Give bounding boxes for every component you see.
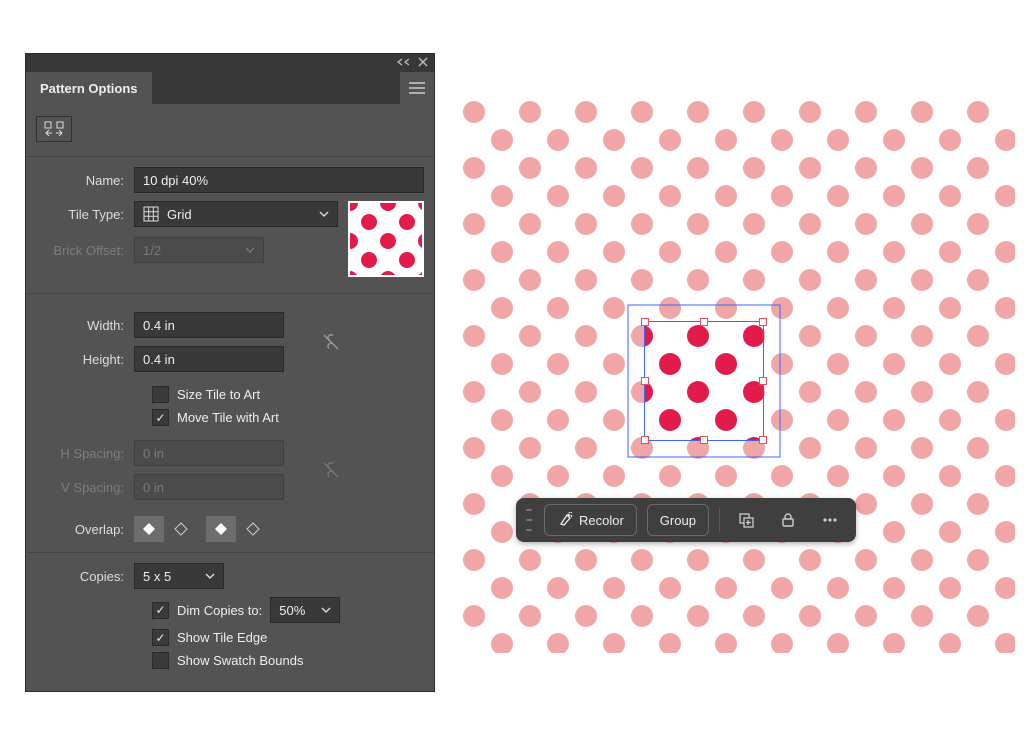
copies-label: Copies: bbox=[36, 569, 134, 584]
copies-select[interactable]: 5 x 5 bbox=[134, 563, 224, 589]
move-tile-checkbox[interactable] bbox=[152, 409, 169, 426]
recolor-icon bbox=[557, 512, 573, 528]
pattern-options-panel: Pattern Options Name: 10 dpi 40% Tile Ty… bbox=[25, 53, 435, 692]
brick-offset-label: Brick Offset: bbox=[36, 243, 134, 258]
resize-handle-l[interactable] bbox=[641, 377, 649, 385]
height-label: Height: bbox=[36, 352, 134, 367]
resize-handle-br[interactable] bbox=[759, 436, 767, 444]
close-icon[interactable] bbox=[418, 57, 428, 70]
resize-handle-t[interactable] bbox=[700, 318, 708, 326]
panel-tabs: Pattern Options bbox=[26, 72, 434, 104]
overlap-left-button[interactable] bbox=[134, 516, 164, 542]
collapse-icon[interactable] bbox=[396, 57, 410, 70]
overlap-group-h bbox=[134, 516, 196, 542]
show-swatch-bounds-checkbox[interactable] bbox=[152, 652, 169, 669]
context-toolbar[interactable]: Recolor Group bbox=[516, 498, 856, 542]
pattern-swatch-preview bbox=[348, 201, 424, 277]
tile-fit-icon bbox=[43, 121, 65, 137]
duplicate-button[interactable] bbox=[730, 504, 762, 536]
chevron-down-icon bbox=[245, 247, 255, 253]
duplicate-icon bbox=[737, 511, 755, 529]
dim-copies-checkbox[interactable] bbox=[152, 602, 169, 619]
h-spacing-label: H Spacing: bbox=[36, 446, 134, 461]
resize-handle-r[interactable] bbox=[759, 377, 767, 385]
dim-copies-select[interactable]: 50% bbox=[270, 597, 340, 623]
group-label: Group bbox=[660, 513, 696, 528]
recolor-label: Recolor bbox=[579, 513, 624, 528]
size-tile-checkbox[interactable] bbox=[152, 386, 169, 403]
tile-selection-box[interactable] bbox=[645, 322, 763, 440]
name-label: Name: bbox=[36, 173, 134, 188]
diamond-icon bbox=[141, 521, 157, 537]
h-spacing-input: 0 in bbox=[134, 440, 284, 466]
brick-offset-select: 1/2 bbox=[134, 237, 264, 263]
resize-handle-tl[interactable] bbox=[641, 318, 649, 326]
tile-type-select[interactable]: Grid bbox=[134, 201, 338, 227]
tile-fit-button[interactable] bbox=[36, 116, 72, 142]
group-button[interactable]: Group bbox=[647, 504, 709, 536]
drag-grip-icon[interactable] bbox=[526, 509, 532, 531]
more-button[interactable] bbox=[814, 504, 846, 536]
move-tile-label: Move Tile with Art bbox=[177, 410, 279, 425]
chevron-down-icon bbox=[319, 211, 329, 217]
overlap-label: Overlap: bbox=[36, 522, 134, 537]
panel-topbar bbox=[26, 54, 434, 72]
tile-type-label: Tile Type: bbox=[36, 207, 134, 222]
pattern-canvas[interactable] bbox=[460, 98, 1015, 653]
lock-icon bbox=[780, 512, 796, 528]
show-swatch-bounds-label: Show Swatch Bounds bbox=[177, 653, 303, 668]
grid-icon bbox=[143, 206, 159, 222]
panel-menu-button[interactable] bbox=[400, 72, 434, 104]
height-input[interactable]: 0.4 in bbox=[134, 346, 284, 372]
resize-handle-bl[interactable] bbox=[641, 436, 649, 444]
chevron-down-icon bbox=[321, 607, 331, 613]
v-spacing-label: V Spacing: bbox=[36, 480, 134, 495]
diamond-icon bbox=[173, 521, 189, 537]
diamond-icon bbox=[213, 521, 229, 537]
resize-handle-b[interactable] bbox=[700, 436, 708, 444]
hamburger-icon bbox=[409, 82, 425, 94]
recolor-button[interactable]: Recolor bbox=[544, 504, 637, 536]
link-spacing-icon bbox=[318, 461, 344, 479]
width-input[interactable]: 0.4 in bbox=[134, 312, 284, 338]
show-tile-edge-label: Show Tile Edge bbox=[177, 630, 267, 645]
v-spacing-input: 0 in bbox=[134, 474, 284, 500]
more-icon bbox=[821, 511, 839, 529]
lock-button[interactable] bbox=[772, 504, 804, 536]
width-label: Width: bbox=[36, 318, 134, 333]
size-tile-label: Size Tile to Art bbox=[177, 387, 260, 402]
panel-title: Pattern Options bbox=[40, 81, 138, 96]
show-tile-edge-checkbox[interactable] bbox=[152, 629, 169, 646]
overlap-top-button[interactable] bbox=[206, 516, 236, 542]
diamond-icon bbox=[245, 521, 261, 537]
tab-pattern-options[interactable]: Pattern Options bbox=[26, 72, 152, 104]
dim-copies-label: Dim Copies to: bbox=[177, 603, 262, 618]
name-input[interactable]: 10 dpi 40% bbox=[134, 167, 424, 193]
overlap-right-button[interactable] bbox=[166, 516, 196, 542]
overlap-group-v bbox=[206, 516, 268, 542]
overlap-bottom-button[interactable] bbox=[238, 516, 268, 542]
separator bbox=[719, 508, 720, 532]
chevron-down-icon bbox=[205, 573, 215, 579]
link-wh-icon[interactable] bbox=[318, 333, 344, 351]
resize-handle-tr[interactable] bbox=[759, 318, 767, 326]
